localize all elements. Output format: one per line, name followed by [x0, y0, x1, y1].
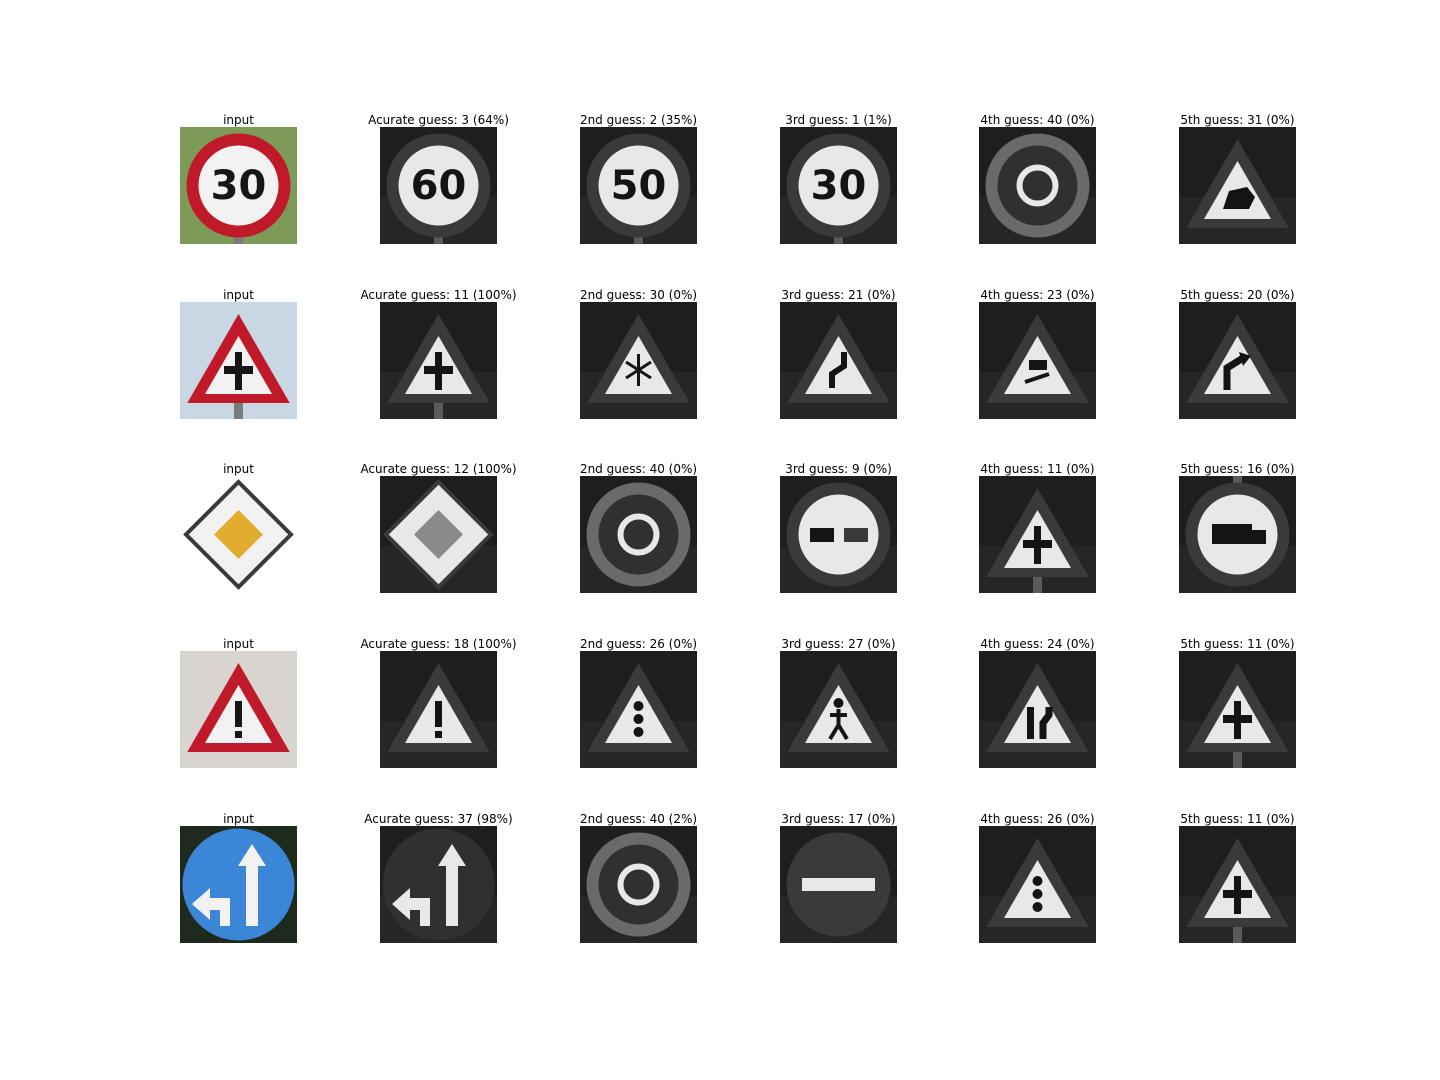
no-passing-icon — [780, 476, 897, 593]
traffic-signals-icon — [580, 651, 697, 768]
no-entry-icon — [780, 826, 897, 943]
guess-title: 4th guess: 24 (0%) — [980, 637, 1095, 651]
prediction-grid: input 30 Acurate guess: 3 (64%) 60 2nd guess… — [0, 0, 1440, 1080]
input-title: input — [223, 288, 254, 302]
input-title: input — [223, 462, 254, 476]
input-title: input — [223, 637, 254, 651]
guess-cell: Acurate guess: 11 (100%) — [360, 288, 517, 424]
guess-title: Acurate guess: 12 (100%) — [360, 462, 517, 476]
input-cell: input — [180, 637, 297, 773]
guess-title: 3rd guess: 17 (0%) — [781, 812, 896, 826]
no-trucks-icon — [1179, 476, 1296, 593]
guess-title: Acurate guess: 11 (100%) — [360, 288, 517, 302]
guess-cell: 2nd guess: 26 (0%) — [580, 637, 697, 773]
speed-limit-60-icon: 60 — [380, 127, 497, 244]
guess-title: 2nd guess: 2 (35%) — [579, 113, 698, 127]
guess-title: 4th guess: 26 (0%) — [980, 812, 1095, 826]
guess-title: Acurate guess: 3 (64%) — [368, 113, 509, 127]
guess-cell: 3rd guess: 17 (0%) — [780, 812, 897, 948]
priority-road-icon — [380, 476, 497, 593]
guess-title: 2nd guess: 40 (2%) — [579, 812, 698, 826]
roundabout-icon — [580, 476, 697, 593]
go-straight-or-left-icon — [380, 826, 497, 943]
guess-title: 3rd guess: 27 (0%) — [781, 637, 896, 651]
guess-title: 5th guess: 31 (0%) — [1180, 113, 1295, 127]
input-cell: input — [180, 288, 297, 424]
right-of-way-intersection-icon — [1179, 651, 1296, 768]
guess-cell: 5th guess: 16 (0%) — [1179, 462, 1296, 598]
traffic-signals-icon — [979, 826, 1096, 943]
guess-cell: 2nd guess: 2 (35%) 50 — [580, 113, 697, 249]
guess-title: 5th guess: 20 (0%) — [1180, 288, 1295, 302]
slippery-road-icon — [979, 302, 1096, 419]
input-cell: input — [180, 812, 297, 948]
guess-title: 4th guess: 23 (0%) — [980, 288, 1095, 302]
speed-limit-30-icon: 30 — [780, 127, 897, 244]
general-caution-icon — [180, 651, 297, 768]
guess-cell: 5th guess: 11 (0%) — [1179, 812, 1296, 948]
go-straight-or-left-icon — [180, 826, 297, 943]
guess-title: 2nd guess: 26 (0%) — [579, 637, 698, 651]
guess-cell: Acurate guess: 12 (100%) — [360, 462, 517, 598]
guess-cell: 4th guess: 23 (0%) — [979, 288, 1096, 424]
right-of-way-intersection-icon — [380, 302, 497, 419]
ice-snow-icon — [580, 302, 697, 419]
priority-road-icon — [180, 476, 297, 593]
general-caution-icon — [380, 651, 497, 768]
guess-cell: 2nd guess: 40 (0%) — [580, 462, 697, 598]
guess-title: 5th guess: 16 (0%) — [1180, 462, 1295, 476]
guess-cell: 3rd guess: 9 (0%) — [780, 462, 897, 598]
road-narrows-icon — [979, 651, 1096, 768]
guess-cell: 5th guess: 20 (0%) — [1179, 288, 1296, 424]
guess-cell: 3rd guess: 1 (1%) 30 — [780, 113, 897, 249]
right-of-way-intersection-icon — [1179, 826, 1296, 943]
guess-title: 4th guess: 40 (0%) — [980, 113, 1095, 127]
right-of-way-intersection-icon — [180, 302, 297, 419]
svg-text:50: 50 — [611, 163, 667, 209]
input-cell: input 30 — [180, 113, 297, 249]
guess-cell: Acurate guess: 3 (64%) 60 — [368, 113, 509, 249]
guess-title: Acurate guess: 18 (100%) — [360, 637, 517, 651]
svg-text:30: 30 — [811, 163, 867, 209]
guess-title: 2nd guess: 30 (0%) — [579, 288, 698, 302]
guess-title: 3rd guess: 9 (0%) — [785, 462, 892, 476]
svg-text:30: 30 — [211, 163, 267, 209]
wild-animals-icon — [1179, 127, 1296, 244]
guess-cell: Acurate guess: 18 (100%) — [360, 637, 517, 773]
guess-title: 3rd guess: 21 (0%) — [781, 288, 896, 302]
guess-cell: 4th guess: 26 (0%) — [979, 812, 1096, 948]
input-cell: input — [180, 462, 297, 598]
roundabout-icon — [580, 826, 697, 943]
speed-limit-50-icon: 50 — [580, 127, 697, 244]
pedestrians-icon — [780, 651, 897, 768]
input-title: input — [223, 812, 254, 826]
speed-limit-30-icon: 30 — [180, 127, 297, 244]
guess-title: 5th guess: 11 (0%) — [1180, 637, 1295, 651]
guess-cell: 3rd guess: 21 (0%) — [780, 288, 897, 424]
guess-cell: 2nd guess: 40 (2%) — [580, 812, 697, 948]
guess-cell: 4th guess: 11 (0%) — [979, 462, 1096, 598]
double-curve-icon — [780, 302, 897, 419]
guess-cell: 5th guess: 31 (0%) — [1179, 113, 1296, 249]
right-of-way-intersection-icon — [979, 476, 1096, 593]
guess-title: Acurate guess: 37 (98%) — [364, 812, 513, 826]
guess-cell: 3rd guess: 27 (0%) — [780, 637, 897, 773]
curve-right-icon — [1179, 302, 1296, 419]
guess-cell: 4th guess: 40 (0%) — [979, 113, 1096, 249]
guess-title: 2nd guess: 40 (0%) — [579, 462, 698, 476]
guess-title: 4th guess: 11 (0%) — [980, 462, 1095, 476]
guess-title: 3rd guess: 1 (1%) — [785, 113, 892, 127]
roundabout-icon — [979, 127, 1096, 244]
svg-text:60: 60 — [411, 163, 467, 209]
guess-cell: Acurate guess: 37 (98%) — [364, 812, 513, 948]
input-title: input — [223, 113, 254, 127]
guess-title: 5th guess: 11 (0%) — [1180, 812, 1295, 826]
guess-cell: 4th guess: 24 (0%) — [979, 637, 1096, 773]
guess-cell: 2nd guess: 30 (0%) — [580, 288, 697, 424]
guess-cell: 5th guess: 11 (0%) — [1179, 637, 1296, 773]
